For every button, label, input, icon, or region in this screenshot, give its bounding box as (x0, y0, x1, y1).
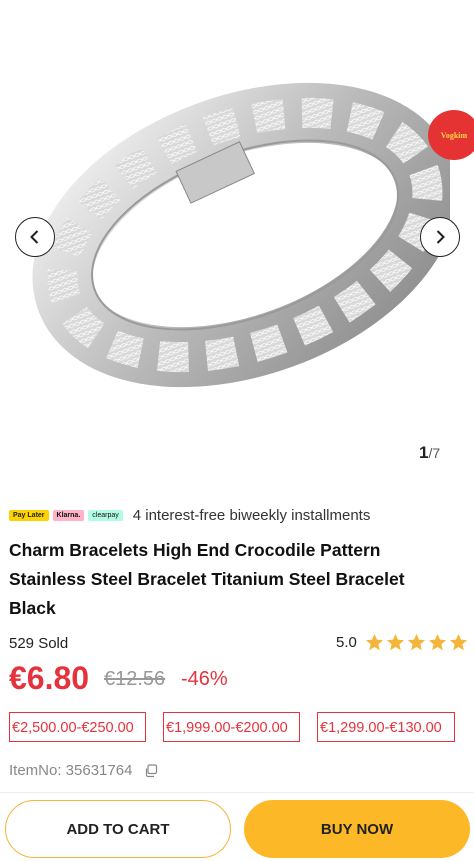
star-icon (365, 633, 383, 651)
star-icon (449, 633, 467, 651)
discount-percent: -46% (181, 668, 228, 690)
product-gallery[interactable]: Vogkim 1/7 (0, 0, 474, 470)
rating-stars (365, 633, 468, 652)
clearpay-logo: clearpay (88, 510, 123, 521)
buy-now-button[interactable]: BUY NOW (244, 800, 470, 858)
coupon-2[interactable]: €1,999.00-€200.00 (163, 712, 300, 742)
product-rating[interactable]: 5.0 (336, 633, 468, 652)
paylater-logo: Pay Later (9, 510, 49, 521)
coupon-3[interactable]: €1,299.00-€130.00 (317, 712, 455, 742)
image-counter-total: /7 (428, 445, 441, 461)
product-title: Charm Bracelets High End Crocodile Patte… (9, 540, 405, 618)
star-icon (428, 633, 446, 651)
add-to-cart-button[interactable]: ADD TO CART (5, 800, 231, 858)
sold-count: 529 Sold (9, 635, 69, 652)
star-icon (386, 633, 404, 651)
installments-text: 4 interest-free biweekly installments (132, 507, 371, 524)
next-image-button[interactable] (420, 217, 460, 257)
rating-value: 5.0 (336, 634, 357, 651)
star-icon (407, 633, 425, 651)
product-image (32, 82, 450, 388)
chevron-right-icon (436, 230, 445, 244)
divider (0, 792, 474, 793)
copy-icon[interactable] (144, 763, 158, 778)
installments-row[interactable]: Pay Later Klarna. clearpay 4 interest-fr… (9, 507, 370, 524)
sale-price: €6.80 (9, 660, 90, 696)
item-number-row: ItemNo: 35631764 (9, 762, 158, 779)
original-price: €12.56 (104, 668, 166, 690)
coupon-1[interactable]: €2,500.00-€250.00 (9, 712, 146, 742)
coupon-list: €2,500.00-€250.00 €1,999.00-€200.00 €1,2… (9, 712, 455, 742)
image-counter: 1/7 (419, 443, 440, 463)
brand-badge: Vogkim (428, 110, 474, 160)
previous-image-button[interactable] (15, 217, 55, 257)
item-number: ItemNo: 35631764 (9, 762, 133, 779)
chevron-left-icon (30, 230, 39, 244)
klarna-logo: Klarna. (52, 510, 85, 521)
